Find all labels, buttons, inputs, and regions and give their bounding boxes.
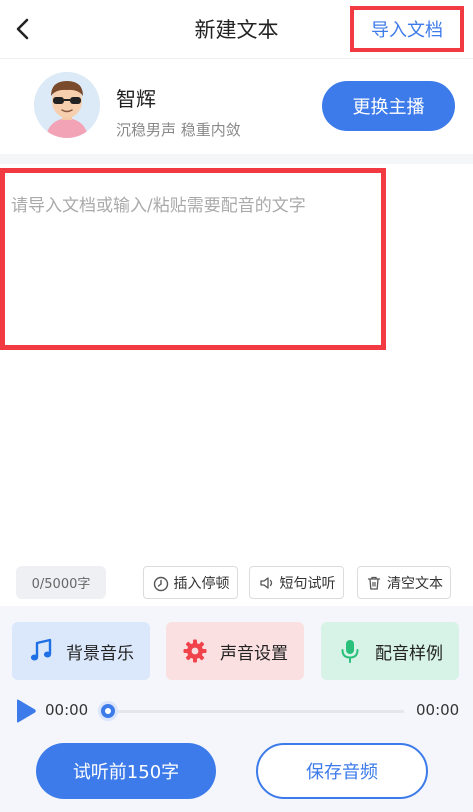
avatar [34,72,100,138]
sentence-preview-button[interactable]: 短句试听 [249,566,344,599]
dubbing-text-input[interactable] [5,173,381,345]
voice-name: 智辉 [116,87,156,111]
editor-toolbar: 0/5000字 插入停顿 短句试听 清空文本 [0,564,473,604]
top-bar: 新建文本 导入文档 [0,0,473,58]
music-note-icon [30,638,52,661]
change-anchor-button[interactable]: 更换主播 [322,81,455,131]
play-button[interactable] [14,698,38,724]
voice-anchor-row: 智辉 沉稳男声 稳重内敛 更换主播 [0,58,473,154]
speaker-icon [259,576,272,589]
play-icon [17,699,36,723]
clear-text-button[interactable]: 清空文本 [357,566,451,599]
progress-track[interactable] [104,710,404,713]
total-time: 00:00 [416,701,460,719]
preview-first-150-button[interactable]: 试听前150字 [36,743,216,799]
trash-icon [367,576,381,590]
voice-description: 沉稳男声 稳重内敛 [116,121,241,139]
bottom-panel: 背景音乐 声音设置 配音样例 00:00 00:00 试听前150字 保存音频 [0,606,473,812]
insert-pause-button[interactable]: 插入停顿 [143,566,238,599]
voice-settings-button[interactable]: 声音设置 [166,622,304,680]
dubbing-samples-button[interactable]: 配音样例 [321,622,459,680]
character-counter: 0/5000字 [16,566,106,599]
clear-text-label: 清空文本 [387,575,443,592]
insert-pause-label: 插入停顿 [173,575,230,592]
background-music-label: 背景音乐 [66,643,134,664]
microphone-icon [341,640,359,663]
progress-knob[interactable] [98,701,118,721]
sentence-preview-label: 短句试听 [279,575,336,592]
text-editor-area [0,164,473,564]
dubbing-samples-label: 配音样例 [375,643,443,664]
import-document-button[interactable]: 导入文档 [350,6,464,52]
voice-settings-label: 声音设置 [220,643,288,664]
save-audio-button[interactable]: 保存音频 [256,743,428,799]
current-time: 00:00 [45,701,89,719]
gear-icon [183,639,207,663]
text-input-highlight [0,168,386,350]
audio-player: 00:00 00:00 [0,696,473,726]
section-divider [0,154,473,164]
avatar-sunglasses-icon [34,72,100,138]
timer-icon [153,576,168,591]
background-music-button[interactable]: 背景音乐 [12,622,150,680]
